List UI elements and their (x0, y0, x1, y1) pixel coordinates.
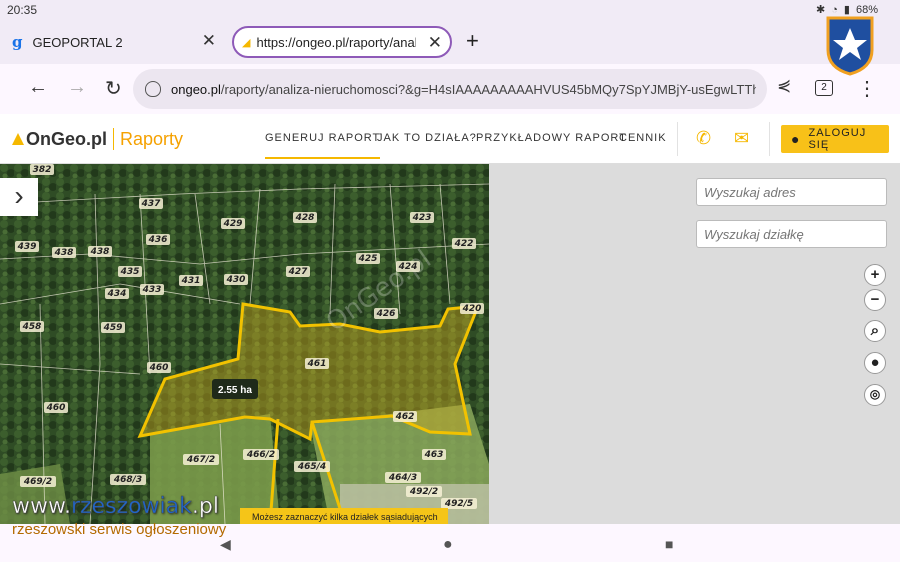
parcel-number[interactable]: 463 (424, 450, 444, 460)
back-icon[interactable]: ← (28, 76, 48, 99)
parcel-number[interactable]: 461 (307, 359, 327, 369)
parcel-number[interactable]: 466/2 (246, 450, 275, 460)
parcel-number[interactable]: 431 (181, 276, 201, 286)
site-header: OnGeo.pl Raporty GENERUJ RAPORT JAK TO D… (0, 114, 900, 164)
clock: 20:35 (7, 3, 38, 17)
site-info-icon[interactable] (145, 81, 161, 97)
selection-hint: Możesz zaznaczyć kilka działek sąsiadują… (252, 512, 438, 522)
tab-title: https://ongeo.pl/raporty/analiza (256, 34, 416, 50)
ongeo-favicon-icon: ◢ (242, 36, 251, 49)
logo-mark-icon (12, 133, 24, 145)
tab-ongeo-active[interactable]: ◢ https://ongeo.pl/raporty/analiza ✕ (232, 26, 452, 58)
poland-map-icon[interactable]: ● (864, 352, 886, 374)
parcel-number[interactable]: 438 (54, 248, 74, 258)
tab-strip: g GEOPORTAL 2 ✕ ◢ https://ongeo.pl/rapor… (0, 20, 900, 64)
parcel-number[interactable]: 460 (149, 363, 169, 373)
parcel-number[interactable]: 425 (358, 254, 378, 264)
parcel-number[interactable]: 429 (223, 219, 243, 229)
map-side-panel (489, 164, 900, 524)
menu-generate-report[interactable]: GENERUJ RAPORT (265, 132, 381, 159)
parcel-number[interactable]: 438 (90, 247, 110, 257)
parcel-number[interactable]: 426 (376, 309, 396, 319)
parcel-number[interactable]: 467/2 (186, 455, 215, 465)
mail-icon[interactable]: ✉ (734, 128, 749, 149)
parcel-number[interactable]: 458 (22, 322, 42, 332)
new-tab-icon[interactable]: + (466, 28, 479, 54)
tab-favicon-icon: g (12, 33, 23, 51)
parcel-number[interactable]: 462 (395, 412, 415, 422)
satellite-map[interactable]: OnGeo.pl 382 437 429 428 423 436 422 439 438 438 4… (0, 164, 489, 524)
parcel-number[interactable]: 424 (398, 262, 418, 272)
parcel-number[interactable]: 468/3 (113, 475, 142, 485)
parcel-number[interactable]: 430 (226, 275, 246, 285)
close-tab-icon[interactable]: ✕ (428, 33, 442, 53)
measure-tape-icon[interactable]: ◎ (864, 384, 886, 406)
parcel-number[interactable]: 492/5 (444, 499, 473, 509)
status-bar: 20:35 ✱ ◔ ▮ 68% (0, 0, 900, 20)
parcel-number[interactable]: 428 (295, 213, 315, 223)
parcel-number[interactable]: 420 (462, 304, 482, 314)
search-zoom-icon[interactable]: ⌕ (864, 320, 886, 342)
menu-pricing[interactable]: CENNIK (619, 132, 667, 144)
browser-toolbar: ← → ↻ ongeo.pl/raporty/analiza-nieruchom… (0, 64, 900, 114)
panel-toggle-chevron-icon[interactable]: › (0, 178, 38, 216)
parcel-number[interactable]: 460 (46, 403, 66, 413)
zoom-out-button[interactable]: − (864, 289, 886, 311)
parcel-number[interactable]: 435 (120, 267, 140, 277)
more-menu-icon[interactable]: ⋮ (857, 76, 877, 101)
area-label: 2.55 ha (218, 385, 252, 396)
tab-geoportal[interactable]: g GEOPORTAL 2 ✕ (0, 26, 226, 58)
parcel-number[interactable]: 382 (33, 165, 52, 175)
parcel-map-svg[interactable]: OnGeo.pl 382437429428 423436 422439438 4384… (0, 164, 489, 524)
login-button[interactable]: ● ZALOGUJ SIĘ (781, 125, 889, 153)
url-text: ongeo.pl/raporty/analiza-nieruchomosci?&… (171, 81, 756, 97)
system-home-icon[interactable]: ● (443, 536, 453, 554)
address-bar[interactable]: ongeo.pl/raporty/analiza-nieruchomosci?&… (133, 69, 767, 109)
tab-title: GEOPORTAL 2 (32, 34, 123, 50)
phone-icon[interactable]: ✆ (696, 128, 711, 149)
close-tab-icon[interactable]: ✕ (202, 31, 216, 51)
search-address-input[interactable] (696, 178, 887, 206)
parcel-number[interactable]: 439 (17, 242, 37, 252)
share-icon[interactable]: ⋞ (777, 76, 791, 96)
parcel-number[interactable]: 437 (141, 199, 162, 209)
system-back-icon[interactable]: ◀ (220, 536, 231, 553)
parcel-number[interactable]: 423 (412, 213, 432, 223)
search-parcel-input[interactable] (696, 220, 887, 248)
parcel-number[interactable]: 459 (103, 323, 123, 333)
parcel-number[interactable]: 465/4 (297, 462, 326, 472)
parcel-number[interactable]: 422 (454, 239, 474, 249)
reload-icon[interactable]: ↻ (105, 76, 122, 101)
rzeszowiak-watermark: www.rzeszowiak.pl rzeszowski serwis ogło… (12, 494, 227, 538)
menu-sample-report[interactable]: PRZYKŁADOWY RAPORT (476, 132, 627, 144)
system-recents-icon[interactable]: ■ (665, 536, 673, 552)
parcel-number[interactable]: 464/3 (388, 473, 417, 483)
parcel-number[interactable]: 469/2 (23, 477, 52, 487)
parcel-number[interactable]: 434 (107, 289, 127, 299)
user-icon: ● (791, 131, 801, 147)
parcel-number[interactable]: 492/2 (409, 487, 438, 497)
parcel-number[interactable]: 427 (288, 267, 309, 277)
zoom-in-button[interactable]: + (864, 264, 886, 286)
parcel-number[interactable]: 433 (142, 285, 162, 295)
tab-switcher-button[interactable]: 2 (815, 80, 833, 96)
ongeo-logo[interactable]: OnGeo.pl Raporty (12, 128, 183, 150)
emblem-logo (822, 10, 878, 76)
forward-icon[interactable]: → (67, 76, 87, 99)
menu-how-it-works[interactable]: JAK TO DZIAŁA? (377, 132, 477, 144)
parcel-number[interactable]: 436 (148, 235, 168, 245)
